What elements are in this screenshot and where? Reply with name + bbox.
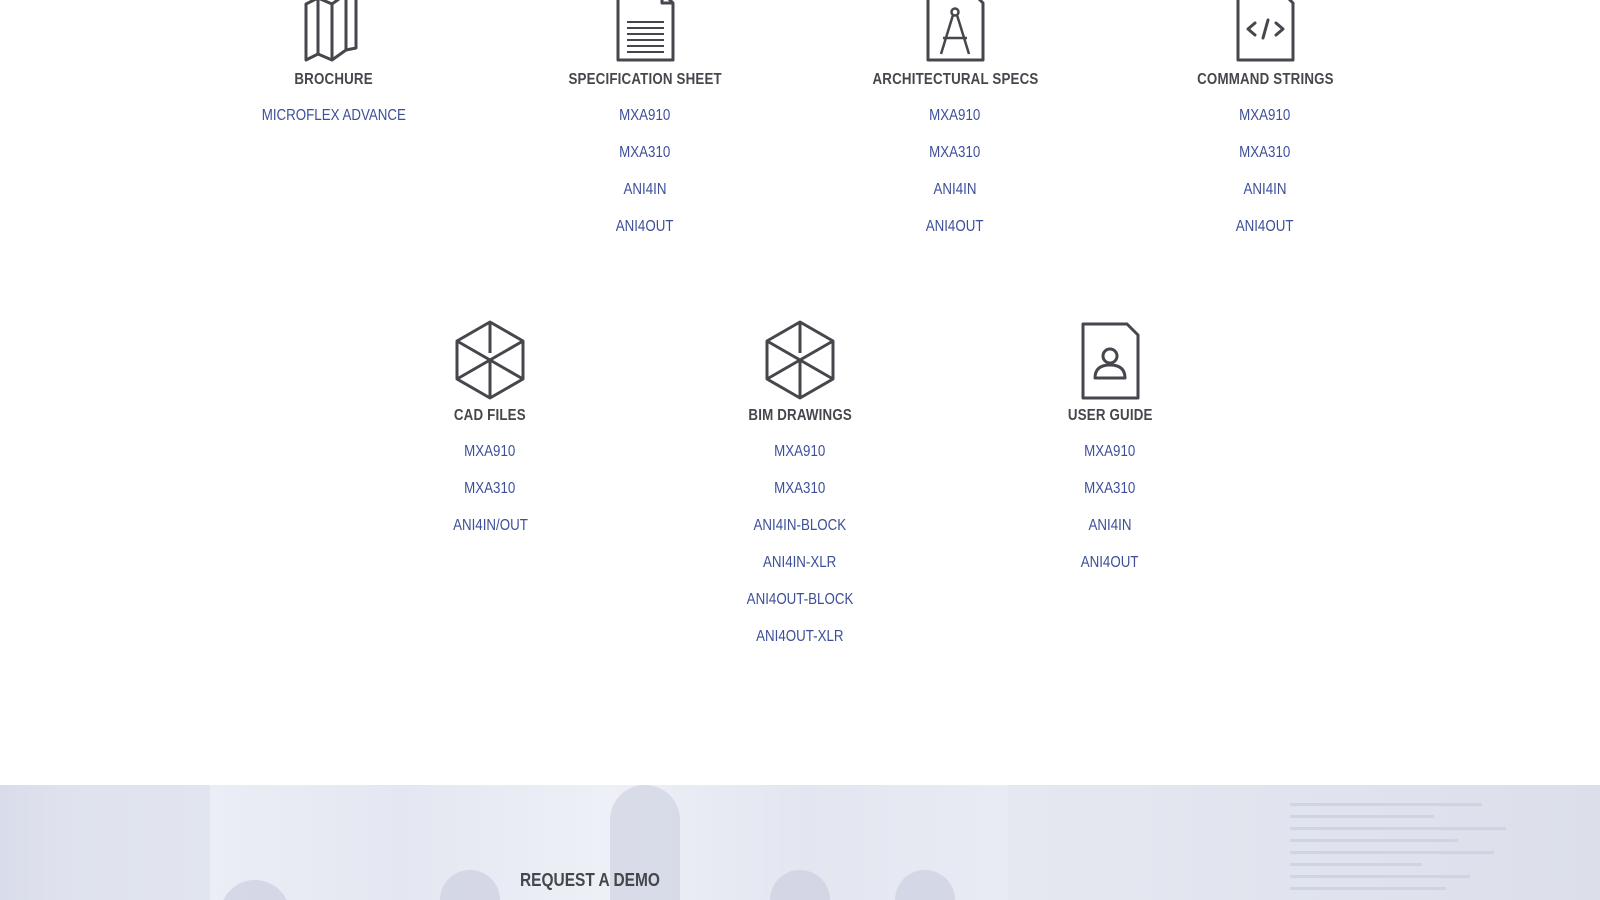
link-ani4in[interactable]: ANI4IN bbox=[1089, 516, 1132, 536]
document-lines-icon bbox=[605, 0, 685, 62]
banner-photo-figure bbox=[60, 785, 210, 900]
link-mxa910[interactable]: MXA910 bbox=[619, 106, 670, 126]
3d-cube-icon bbox=[450, 318, 530, 400]
link-mxa910[interactable]: MXA910 bbox=[929, 106, 980, 126]
link-ani4out-xlr[interactable]: ANI4OUT-XLR bbox=[756, 627, 843, 647]
link-ani4out-block[interactable]: ANI4OUT-BLOCK bbox=[747, 590, 854, 610]
link-mxa310[interactable]: MXA310 bbox=[619, 143, 670, 163]
link-mxa310[interactable]: MXA310 bbox=[464, 479, 515, 499]
link-ani4out[interactable]: ANI4OUT bbox=[926, 217, 984, 237]
request-demo-title: REQUEST A DEMO bbox=[520, 870, 660, 890]
section-title: BROCHURE bbox=[294, 71, 374, 88]
link-microflex-advance[interactable]: MICROFLEX ADVANCE bbox=[262, 106, 406, 126]
section-command-strings: COMMAND STRINGS MXA910 MXA310 ANI4IN ANI… bbox=[1165, 0, 1365, 237]
drafting-compass-document-icon bbox=[915, 0, 995, 62]
link-ani4in-out[interactable]: ANI4IN/OUT bbox=[453, 516, 528, 536]
section-title: CAD FILES bbox=[454, 407, 526, 424]
banner-photo-screen-lines bbox=[1290, 803, 1530, 899]
section-architectural-specs: ARCHITECTURAL SPECS MXA910 MXA310 ANI4IN… bbox=[855, 0, 1055, 237]
link-mxa910[interactable]: MXA910 bbox=[1239, 106, 1290, 126]
link-ani4out[interactable]: ANI4OUT bbox=[616, 217, 674, 237]
link-ani4in-block[interactable]: ANI4IN-BLOCK bbox=[754, 516, 847, 536]
section-cad-files: CAD FILES MXA910 MXA310 ANI4IN/OUT bbox=[390, 318, 590, 536]
request-demo-banner: REQUEST A DEMO bbox=[0, 785, 1600, 900]
section-title: SPECIFICATION SHEET bbox=[568, 71, 722, 88]
section-bim-drawings: BIM DRAWINGS MXA910 MXA310 ANI4IN-BLOCK … bbox=[700, 318, 900, 647]
link-mxa310[interactable]: MXA310 bbox=[774, 479, 825, 499]
section-brochure: BROCHURE MICROFLEX ADVANCE bbox=[234, 0, 434, 126]
section-title: USER GUIDE bbox=[1067, 407, 1153, 424]
link-mxa910[interactable]: MXA910 bbox=[464, 442, 515, 462]
section-user-guide: USER GUIDE MXA910 MXA310 ANI4IN ANI4OUT bbox=[1010, 318, 1210, 573]
folded-brochure-icon bbox=[294, 0, 374, 62]
link-mxa310[interactable]: MXA310 bbox=[929, 143, 980, 163]
section-title: ARCHITECTURAL SPECS bbox=[872, 71, 1038, 88]
link-mxa310[interactable]: MXA310 bbox=[1084, 479, 1135, 499]
user-document-icon bbox=[1070, 318, 1150, 400]
code-document-icon bbox=[1225, 0, 1305, 62]
link-mxa910[interactable]: MXA910 bbox=[1084, 442, 1135, 462]
link-ani4in[interactable]: ANI4IN bbox=[934, 180, 977, 200]
section-title: BIM DRAWINGS bbox=[748, 407, 852, 424]
link-ani4out[interactable]: ANI4OUT bbox=[1236, 217, 1294, 237]
link-mxa310[interactable]: MXA310 bbox=[1239, 143, 1290, 163]
link-ani4in-xlr[interactable]: ANI4IN-XLR bbox=[763, 553, 836, 573]
link-ani4in[interactable]: ANI4IN bbox=[1244, 180, 1287, 200]
link-ani4in[interactable]: ANI4IN bbox=[624, 180, 667, 200]
section-specification-sheet: SPECIFICATION SHEET MXA910 MXA310 ANI4IN… bbox=[545, 0, 745, 237]
link-ani4out[interactable]: ANI4OUT bbox=[1081, 553, 1139, 573]
3d-cube-icon bbox=[760, 318, 840, 400]
link-mxa910[interactable]: MXA910 bbox=[774, 442, 825, 462]
section-title: COMMAND STRINGS bbox=[1196, 71, 1334, 88]
